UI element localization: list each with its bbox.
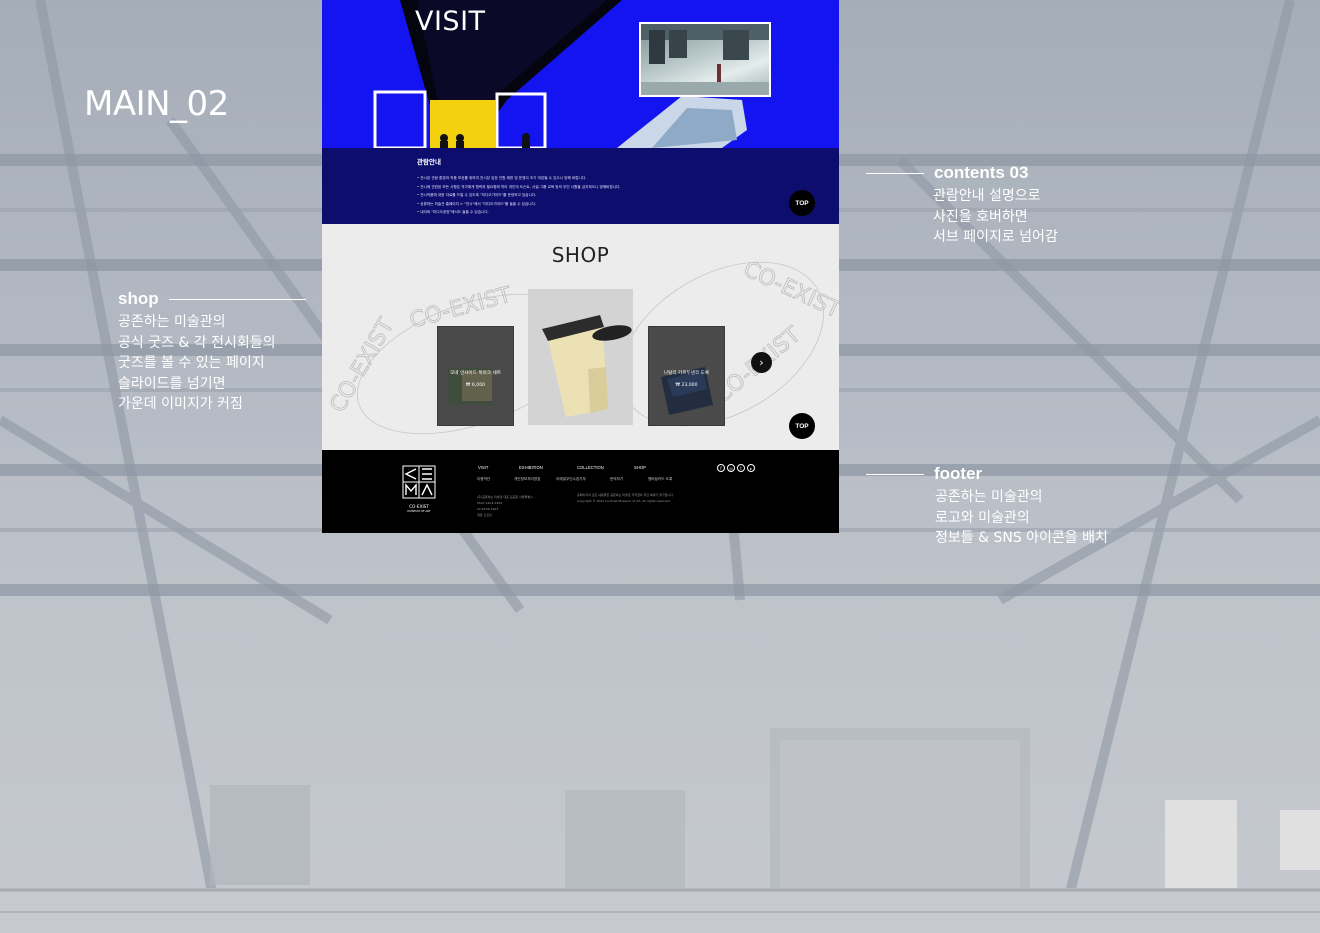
annotation-heading: shop	[118, 289, 159, 308]
shop-section: CO-EXIST CO-EXIST CO-EXIST CO-EXIST SHOP…	[322, 224, 839, 450]
annotation-connector	[866, 473, 924, 475]
visit-title: VISIT	[415, 6, 486, 37]
annotation-line: 공식 굿즈 & 각 전시회들의	[118, 334, 276, 351]
footer-link[interactable]: 개인정보처리방침	[514, 477, 540, 482]
visit-info-panel: 관람안내 • 전시된 관람 환경과 작품 보호를 위하여 전시장 입장 인원 제…	[322, 148, 839, 224]
top-button[interactable]: TOP	[789, 413, 815, 439]
footer-link[interactable]: 멤버쉽카드 도록	[648, 477, 672, 482]
watermark-text: CO-EXIST	[326, 314, 400, 417]
annotation-line: 사진을 호버하면	[933, 208, 1028, 225]
shop-title: SHOP	[551, 243, 610, 267]
visit-info-list: • 전시된 관람 환경과 작품 보호를 위하여 전시장 입장 인원 제한 및 운…	[417, 174, 621, 217]
facebook-icon[interactable]: f	[717, 464, 725, 472]
visit-info-line: • 전시에 관련된 모든 사항은 작가에게 협력과 필요함에 따라 개인의 도슨…	[417, 184, 621, 189]
visit-info-heading: 관람안내	[417, 158, 441, 166]
top-button[interactable]: TOP	[789, 190, 815, 216]
annotation-line: 로고와 미술관의	[935, 509, 1030, 526]
product-card-featured[interactable]	[528, 289, 633, 425]
product-card[interactable]: 나탈리 카르두넨코 도록 ₩ 23,000	[648, 326, 725, 426]
visit-info-line: • 네이버 "미디오공방"에서도 들을 수 있습니다.	[417, 210, 489, 215]
visit-hero[interactable]: VISIT	[322, 0, 839, 148]
footer-info-line: 개장 오프닝	[477, 513, 492, 517]
annotation-heading: contents 03	[934, 163, 1029, 182]
visit-hover-photo[interactable]	[639, 22, 771, 97]
footer-nav-collection[interactable]: COLLECTION	[577, 465, 604, 470]
annotation-heading: footer	[934, 464, 983, 483]
next-slide-button[interactable]: ›	[751, 352, 772, 373]
gallery-photo-illustration	[641, 24, 769, 95]
page-label: MAIN_02	[84, 84, 229, 124]
annotation-line: 굿즈를 볼 수 있는 페이지	[118, 355, 265, 371]
tumbler-product-image	[542, 315, 632, 417]
annotation-connector	[168, 298, 306, 300]
annotation-line: 공존하는 미술관의	[118, 314, 226, 330]
twitter-icon[interactable]: t	[737, 464, 745, 472]
footer-link[interactable]: 이용약관	[477, 477, 490, 482]
product-name: 모네 인사이드 북마크 세트	[450, 371, 501, 376]
site-footer: CO-EXIST MUSEUM OF ART VISIT EXHIBITION …	[322, 450, 839, 533]
annotation-contents: contents 03 관람안내 설명으로 사진을 호버하면 서브 페이지로 넘…	[866, 163, 1058, 248]
footer-info-line: Copyright © 2021 Co-Exist Museum of Art.…	[577, 499, 671, 503]
annotation-footer: footer 공존하는 미술관의 로고와 미술관의 정보들 & SNS 아이콘을…	[866, 464, 1108, 549]
product-card[interactable]: 모네 인사이드 북마크 세트 ₩ 6,000	[437, 326, 514, 426]
logo-subtitle: MUSEUM OF ART	[407, 509, 431, 513]
chevron-right-icon: ›	[759, 356, 764, 369]
annotation-line: 정보들 & SNS 아이콘을 배치	[935, 530, 1108, 546]
visit-info-line: • 전시작품에 대한 자료를 드릴 수 있도록 "미디오가이드"를 운영하고 있…	[417, 193, 537, 198]
annotation-line: 슬라이드를 넘기면	[118, 375, 226, 392]
product-image	[448, 367, 492, 405]
site-mockup: VISIT 관람안내 • 전시된 관람 환경과 작품 보호를 위하여 전시장 입…	[322, 0, 839, 533]
product-name: 나탈리 카르두넨코 도록	[663, 371, 710, 376]
footer-address-block: (주)공존하는 미술관 대표 김공존 서울특별시 ... 0507-1404-1…	[477, 494, 537, 518]
footer-link[interactable]: 이메일무단수집거부	[556, 477, 586, 482]
youtube-icon[interactable]: ▸	[747, 464, 755, 472]
footer-nav-visit[interactable]: VISIT	[478, 465, 488, 470]
footer-link[interactable]: 문의하기	[610, 477, 623, 482]
annotation-shop: shop 공존하는 미술관의 공식 굿즈 & 각 전시회들의 굿즈를 볼 수 있…	[118, 289, 306, 415]
annotation-line: 공존하는 미술관의	[935, 489, 1043, 505]
visit-info-line: • 공휴하는 미술관 홈페이지 > "전시"에서 "미디오가이드"를 들을 수 …	[417, 201, 537, 206]
annotation-line: 가운데 이미지가 커짐	[118, 396, 243, 412]
footer-nav-exhibition[interactable]: EXHIBITION	[519, 465, 543, 470]
annotation-line: 관람안내 설명으로	[933, 188, 1041, 204]
annotation-line: 서브 페이지로 넘어감	[933, 229, 1058, 245]
visit-info-line: • 전시된 관람 환경과 작품 보호를 위하여 전시장 입장 인원 제한 및 운…	[417, 176, 587, 180]
annotation-connector	[866, 172, 924, 174]
product-price: ₩ 23,000	[675, 383, 698, 388]
museum-logo[interactable]: CO-EXIST MUSEUM OF ART	[402, 465, 436, 513]
instagram-icon[interactable]: ◎	[727, 464, 735, 472]
product-price: ₩ 6,000	[465, 383, 486, 388]
product-image	[661, 367, 713, 415]
footer-nav-shop[interactable]: SHOP	[634, 465, 646, 470]
footer-copyright-block: 홈페이지의 모든 내용물은 공존하는 미술관 저작권의 무단 복제가 불가합니다…	[577, 492, 674, 504]
cema-logo-mark	[402, 465, 436, 499]
